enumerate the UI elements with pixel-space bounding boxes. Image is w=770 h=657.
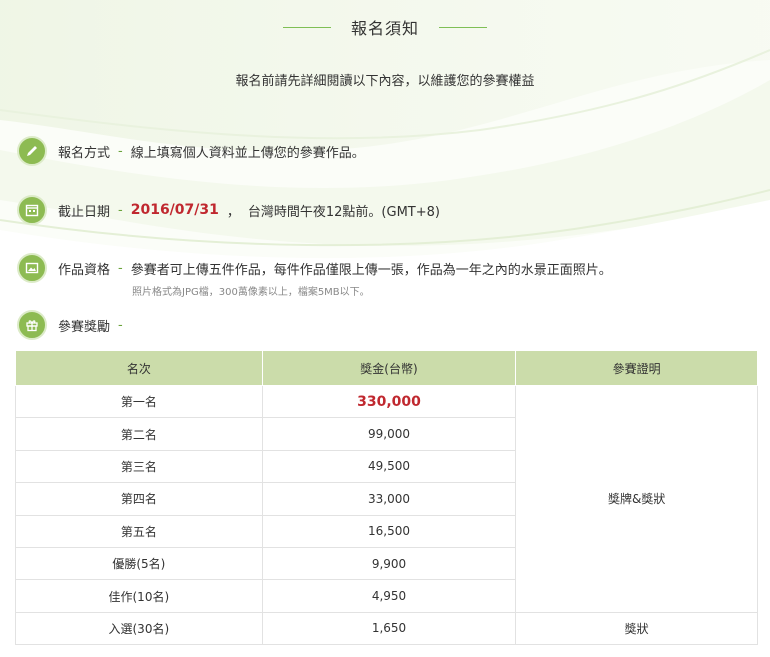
eligibility-dash: - bbox=[118, 260, 123, 276]
certificate-cell: 獎牌&獎狀 bbox=[515, 385, 758, 613]
rank-cell: 第五名 bbox=[15, 514, 263, 548]
method-text: 線上填寫個人資料並上傳您的參賽作品。 bbox=[130, 145, 365, 161]
table-header-row: 名次 獎金(台幣) 參賽證明 bbox=[15, 350, 758, 386]
header-left-line bbox=[282, 26, 331, 28]
prize-table: 名次 獎金(台幣) 參賽證明 第一名 330,000 獎牌&獎狀 第二名 99,… bbox=[15, 350, 758, 646]
rank-cell: 第三名 bbox=[15, 449, 263, 484]
deadline-date: 2016/07/31 bbox=[130, 202, 219, 218]
calendar-icon bbox=[17, 195, 47, 225]
eligibility-text: 參賽者可上傳五件作品，每件作品僅限上傳一張，作品為一年之內的水景正面照片。 bbox=[130, 262, 612, 278]
deadline-separator: ， bbox=[226, 204, 240, 220]
table-row: 入選(30名) 1,650 獎狀 bbox=[15, 611, 758, 646]
header-prize: 獎金(台幣) bbox=[261, 350, 517, 386]
eligibility-label: 作品資格 bbox=[58, 262, 111, 278]
prize-cell: 4,950 bbox=[261, 579, 517, 613]
prize-cell: 1,650 bbox=[261, 611, 517, 646]
row-eligibility: 作品資格 - 參賽者可上傳五件作品，每件作品僅限上傳一張，作品為一年之內的水景正… bbox=[17, 253, 612, 283]
prize-cell: 9,900 bbox=[261, 546, 517, 581]
prize-cell: 16,500 bbox=[261, 514, 517, 548]
rank-cell: 第二名 bbox=[15, 417, 263, 451]
certificate-cell: 獎狀 bbox=[515, 611, 758, 646]
rank-cell: 佳作(10名) bbox=[15, 579, 263, 613]
row-prizes: 參賽獎勵 - bbox=[17, 310, 131, 340]
gift-icon bbox=[17, 310, 47, 340]
header-right-line bbox=[439, 26, 487, 28]
eligibility-note: 照片格式為JPG檔，300萬像素以上，檔案5MB以下。 bbox=[132, 287, 370, 298]
section-header: 報名須知 bbox=[0, 12, 770, 42]
rank-cell: 第一名 bbox=[15, 384, 263, 419]
prize-cell: 99,000 bbox=[261, 417, 517, 451]
method-dash: - bbox=[118, 143, 123, 159]
prizes-label: 參賽獎勵 bbox=[58, 319, 111, 335]
rank-cell: 優勝(5名) bbox=[15, 546, 263, 581]
pencil-icon bbox=[17, 136, 47, 166]
header-certificate: 參賽證明 bbox=[515, 350, 758, 386]
header-rank: 名次 bbox=[15, 350, 263, 386]
deadline-dash: - bbox=[118, 202, 123, 218]
row-method: 報名方式 - 線上填寫個人資料並上傳您的參賽作品。 bbox=[17, 136, 365, 166]
prize-cell: 49,500 bbox=[261, 449, 517, 484]
rank-cell: 第四名 bbox=[15, 482, 263, 516]
page-title: 報名須知 bbox=[350, 19, 419, 38]
page-subtitle: 報名前請先詳細閱讀以下內容，以維護您的參賽權益 bbox=[235, 74, 535, 89]
row-deadline: 截止日期 - 2016/07/31 ， 台灣時間午夜12點前。(GMT+8) bbox=[17, 195, 440, 225]
prize-cell: 330,000 bbox=[261, 384, 517, 419]
table-row: 第一名 330,000 獎牌&獎狀 bbox=[15, 384, 758, 613]
rank-cell: 入選(30名) bbox=[15, 611, 263, 646]
image-icon bbox=[17, 253, 47, 283]
method-label: 報名方式 bbox=[58, 145, 111, 161]
prize-cell: 33,000 bbox=[261, 482, 517, 516]
deadline-text: 台灣時間午夜12點前。(GMT+8) bbox=[247, 204, 440, 220]
deadline-label: 截止日期 bbox=[58, 204, 111, 220]
prizes-dash: - bbox=[118, 317, 123, 333]
